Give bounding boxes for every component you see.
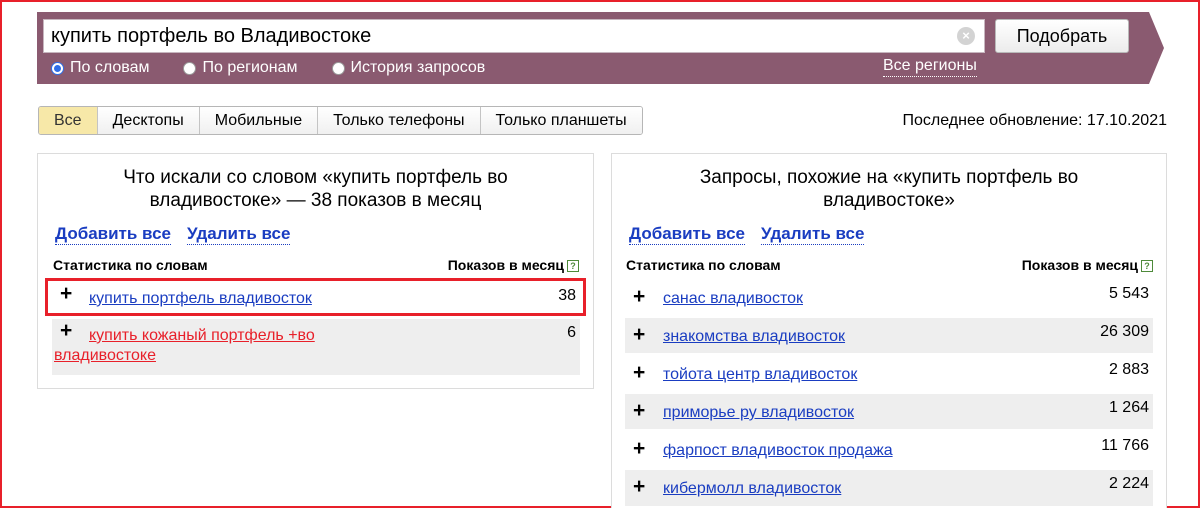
last-update-text: Последнее обновление: 17.10.2021 [902,112,1168,129]
plus-icon[interactable]: + [60,320,72,341]
search-submit-button[interactable]: Подобрать [995,19,1129,53]
col-words-header: Статистика по словам [53,257,208,273]
radio-history[interactable]: История запросов [331,59,486,77]
radio-dot[interactable] [331,61,345,75]
impressions-count: 1 264 [1108,399,1149,416]
col-count-label: Показов в месяц [447,257,564,273]
keyword-link-continuation[interactable]: владивостоке [54,346,156,366]
keyword-link[interactable]: фарпост владивосток продажа [663,441,893,461]
keyword-link[interactable]: тойота центр владивосток [663,365,857,385]
radio-by-regions[interactable]: По регионам [183,59,298,77]
tab-tablets-only[interactable]: Только планшеты [479,107,642,134]
search-mode-group: По словам По регионам История запросов [51,58,485,78]
tab-desktops[interactable]: Десктопы [96,107,199,134]
tab-all[interactable]: Все [39,107,97,134]
table-row: + купить кожаный портфель +во владивосто… [52,319,580,375]
col-words-header: Статистика по словам [626,257,781,273]
title-line: владивостоке» [823,190,955,211]
impressions-count: 2 883 [1108,361,1149,378]
tab-phones-only[interactable]: Только телефоны [317,107,480,134]
right-panel-title: Запросы, похожие на «купить портфель во … [612,166,1166,212]
radio-dot[interactable] [183,61,197,75]
keyword-link[interactable]: приморье ру владивосток [663,403,854,423]
remove-all-link[interactable]: Удалить все [761,224,865,245]
title-line: Что искали со словом «купить портфель во [123,167,508,188]
plus-icon[interactable]: + [633,476,645,497]
device-tabs: Все Десктопы Мобильные Только телефоны Т… [38,106,643,135]
left-actions: Добавить все Удалить все [55,224,291,245]
title-line: владивостоке» — 38 показов в месяц [149,190,482,211]
plus-icon[interactable]: + [633,400,645,421]
radio-by-words[interactable]: По словам [51,59,149,77]
table-row: + фарпост владивосток продажа 11 766 [625,432,1153,467]
help-icon[interactable]: ? [1141,260,1153,272]
table-row: + санас владивосток 5 543 [625,280,1153,315]
left-panel-title: Что искали со словом «купить портфель во… [38,166,593,212]
title-line: Запросы, похожие на «купить портфель во [699,167,1079,188]
keyword-link[interactable]: знакомства владивосток [663,327,845,347]
plus-icon[interactable]: + [633,324,645,345]
radio-label[interactable]: По словам [70,59,149,77]
radio-label[interactable]: История запросов [351,59,486,77]
table-row: + знакомства владивосток 26 309 [625,318,1153,353]
search-input[interactable] [43,19,985,53]
search-band: × Подобрать По словам По регионам Истори… [37,12,1164,84]
table-row: + кибермолл владивосток 2 224 [625,470,1153,506]
highlight-annotation [45,278,586,316]
left-stat-header: Статистика по словам Показов в месяц? [53,257,579,273]
add-all-link[interactable]: Добавить все [629,224,745,245]
impressions-count: 6 [567,324,576,341]
right-actions: Добавить все Удалить все [629,224,865,245]
right-panel: Запросы, похожие на «купить портфель во … [611,153,1167,508]
table-row: + тойота центр владивосток 2 883 [625,356,1153,391]
impressions-count: 2 224 [1108,475,1149,492]
clear-icon[interactable]: × [957,27,975,45]
impressions-count: 11 766 [1101,437,1149,454]
left-panel: Что искали со словом «купить портфель во… [37,153,594,389]
plus-icon[interactable]: + [633,362,645,383]
add-all-link[interactable]: Добавить все [55,224,171,245]
keyword-link[interactable]: купить кожаный портфель +во [89,326,315,346]
col-count-header: Показов в месяц? [1022,257,1153,273]
radio-dot[interactable] [51,61,64,75]
right-stat-header: Статистика по словам Показов в месяц? [626,257,1153,273]
table-row: + приморье ру владивосток 1 264 [625,394,1153,429]
impressions-count: 26 309 [1100,323,1149,340]
remove-all-link[interactable]: Удалить все [187,224,291,245]
plus-icon[interactable]: + [633,438,645,459]
help-icon[interactable]: ? [567,260,579,272]
all-regions-link[interactable]: Все регионы [883,56,977,77]
col-count-header: Показов в месяц? [448,257,579,273]
radio-label[interactable]: По регионам [202,59,297,77]
impressions-count: 5 543 [1108,285,1149,302]
keyword-link[interactable]: санас владивосток [663,289,803,309]
keyword-link[interactable]: кибермолл владивосток [663,479,841,499]
plus-icon[interactable]: + [633,286,645,307]
tab-mobile[interactable]: Мобильные [198,107,318,134]
col-count-label: Показов в месяц [1021,257,1138,273]
